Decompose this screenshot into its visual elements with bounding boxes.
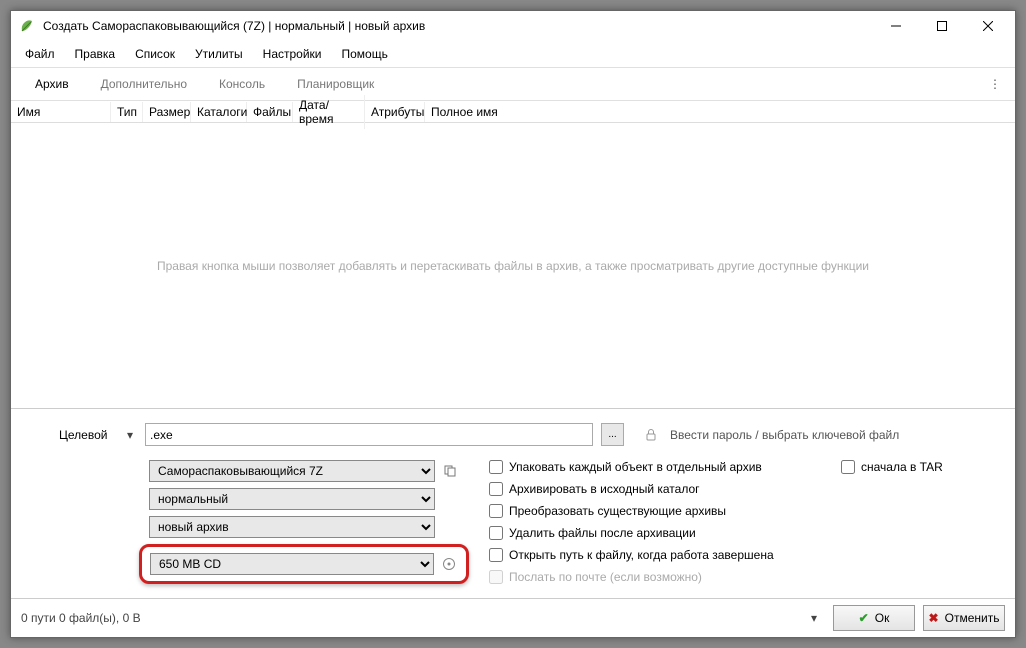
level-select[interactable]: нормальный: [149, 488, 435, 510]
drop-hint: Правая кнопка мыши позволяет добавлять и…: [157, 259, 869, 273]
col-files[interactable]: Файлы: [247, 102, 293, 122]
app-icon: [19, 18, 35, 34]
minimize-button[interactable]: [873, 11, 919, 41]
disc-icon[interactable]: [440, 555, 458, 573]
options-columns: Самораспаковывающийся 7Z нормальный новы…: [25, 460, 1001, 592]
menu-settings[interactable]: Настройки: [253, 43, 332, 65]
menu-utils[interactable]: Утилиты: [185, 43, 253, 65]
status-text: 0 пути 0 файл(ы), 0 B: [21, 611, 795, 625]
cancel-label: Отменить: [945, 611, 1000, 625]
x-icon: ✖: [929, 611, 939, 625]
target-input[interactable]: [145, 423, 593, 446]
spacer-icon: [441, 490, 459, 508]
tab-console[interactable]: Консоль: [203, 69, 281, 99]
titlebar: Создать Самораспаковывающийся (7Z) | нор…: [11, 11, 1015, 41]
format-select[interactable]: Самораспаковывающийся 7Z: [149, 460, 435, 482]
target-row: Целевой ▾ ... Ввести пароль / выбрать кл…: [25, 423, 1001, 446]
mode-select[interactable]: новый архив: [149, 516, 435, 538]
check-each[interactable]: [489, 460, 503, 474]
check-delete-label: Удалить файлы после архивации: [509, 526, 696, 540]
lock-icon: [644, 428, 658, 442]
copy-icon[interactable]: [441, 462, 459, 480]
check-each-label: Упаковать каждый объект в отдельный архи…: [509, 460, 762, 474]
chevron-down-icon[interactable]: ▾: [123, 428, 137, 442]
check-convert[interactable]: [489, 504, 503, 518]
col-attrs[interactable]: Атрибуты: [365, 102, 425, 122]
spacer-icon: [441, 518, 459, 536]
left-options: Самораспаковывающийся 7Z нормальный новы…: [25, 460, 459, 592]
window-title: Создать Самораспаковывающийся (7Z) | нор…: [43, 19, 873, 33]
col-type[interactable]: Тип: [111, 102, 143, 122]
right-options: Упаковать каждый объект в отдельный архи…: [489, 460, 811, 592]
check-delete[interactable]: [489, 526, 503, 540]
menu-list[interactable]: Список: [125, 43, 185, 65]
col-name[interactable]: Имя: [11, 102, 111, 122]
check-source[interactable]: [489, 482, 503, 496]
check-open[interactable]: [489, 548, 503, 562]
column-headers: Имя Тип Размер Каталоги Файлы Дата/время…: [11, 101, 1015, 123]
check-mail-label: Послать по почте (если возможно): [509, 570, 702, 584]
col-size[interactable]: Размер: [143, 102, 191, 122]
bottom-bar: 0 пути 0 файл(ы), 0 B ▾ ✔ Ок ✖ Отменить: [11, 598, 1015, 637]
far-right-options: сначала в TAR: [841, 460, 1001, 592]
app-window: Создать Самораспаковывающийся (7Z) | нор…: [10, 10, 1016, 638]
tab-extra[interactable]: Дополнительно: [85, 69, 203, 99]
menu-help[interactable]: Помощь: [332, 43, 398, 65]
check-icon: ✔: [859, 611, 869, 625]
cancel-button[interactable]: ✖ Отменить: [923, 605, 1005, 631]
target-label: Целевой: [25, 428, 115, 442]
file-drop-area[interactable]: Правая кнопка мыши позволяет добавлять и…: [11, 123, 1015, 409]
menubar: Файл Правка Список Утилиты Настройки Пом…: [11, 41, 1015, 67]
menu-file[interactable]: Файл: [15, 43, 65, 65]
menu-edit[interactable]: Правка: [65, 43, 126, 65]
check-convert-label: Преобразовать существующие архивы: [509, 504, 726, 518]
toolbar: Архив Дополнительно Консоль Планировщик …: [11, 67, 1015, 101]
browse-button[interactable]: ...: [601, 423, 624, 446]
options-panel: Целевой ▾ ... Ввести пароль / выбрать кл…: [11, 409, 1015, 598]
check-tar-label: сначала в TAR: [861, 460, 943, 474]
check-mail: [489, 570, 503, 584]
col-folders[interactable]: Каталоги: [191, 102, 247, 122]
split-highlight: 650 MB CD: [139, 544, 469, 584]
ok-label: Ок: [875, 611, 890, 625]
split-select[interactable]: 650 MB CD: [150, 553, 434, 575]
close-button[interactable]: [965, 11, 1011, 41]
check-source-label: Архивировать в исходный каталог: [509, 482, 700, 496]
check-tar[interactable]: [841, 460, 855, 474]
col-fullname[interactable]: Полное имя: [425, 102, 1015, 122]
tab-archive[interactable]: Архив: [19, 69, 85, 99]
more-icon[interactable]: ⋮: [983, 77, 1007, 91]
password-link[interactable]: Ввести пароль / выбрать ключевой файл: [670, 428, 899, 442]
check-open-label: Открыть путь к файлу, когда работа завер…: [509, 548, 774, 562]
maximize-button[interactable]: [919, 11, 965, 41]
chevron-down-icon[interactable]: ▾: [803, 611, 825, 625]
ok-button[interactable]: ✔ Ок: [833, 605, 915, 631]
